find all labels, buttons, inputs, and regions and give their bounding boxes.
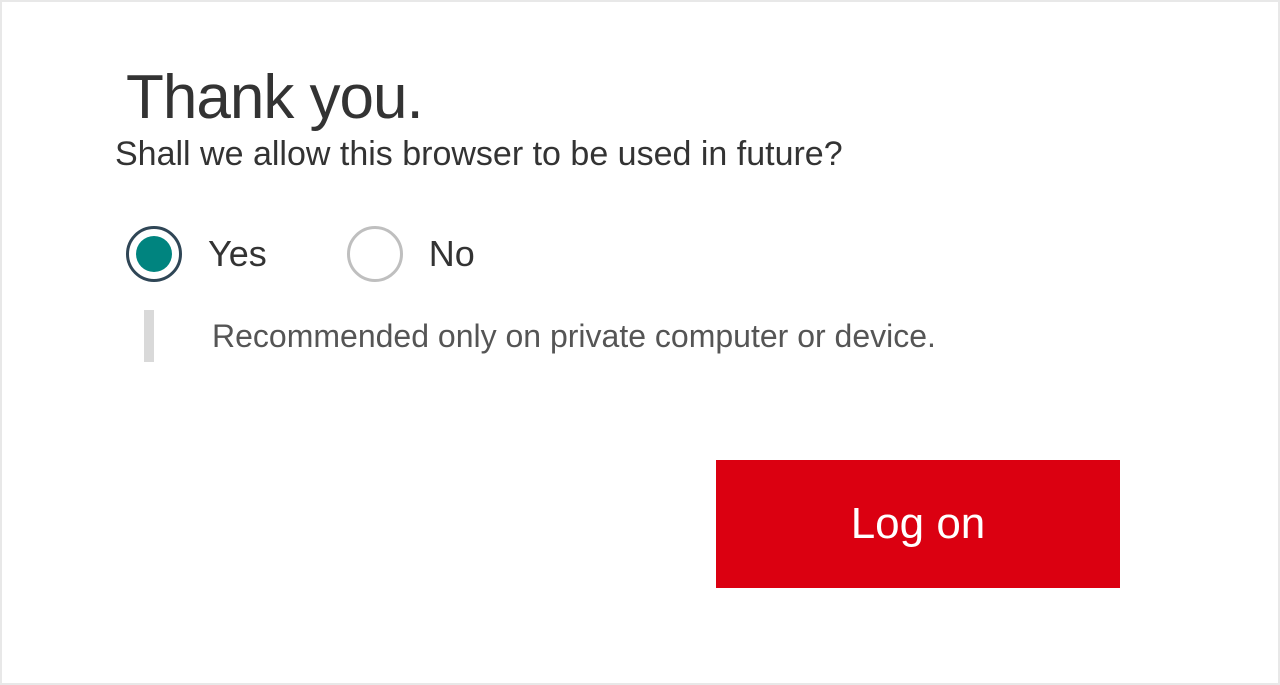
hint-row: Recommended only on private computer or … <box>144 310 1168 362</box>
radio-option-yes[interactable]: Yes <box>126 226 267 282</box>
page-title: Thank you. <box>126 62 1168 133</box>
radio-selected-icon <box>126 226 182 282</box>
radio-unselected-icon <box>347 226 403 282</box>
page-subtitle: Shall we allow this browser to be used i… <box>115 135 1168 174</box>
radio-label-yes: Yes <box>208 233 267 275</box>
dialog-container: Thank you. Shall we allow this browser t… <box>0 0 1280 685</box>
radio-label-no: No <box>429 233 475 275</box>
radio-option-no[interactable]: No <box>347 226 475 282</box>
logon-button[interactable]: Log on <box>716 460 1120 588</box>
hint-text: Recommended only on private computer or … <box>212 318 936 355</box>
radio-group-allow-browser: Yes No <box>126 226 1168 282</box>
hint-indicator-bar <box>144 310 154 362</box>
